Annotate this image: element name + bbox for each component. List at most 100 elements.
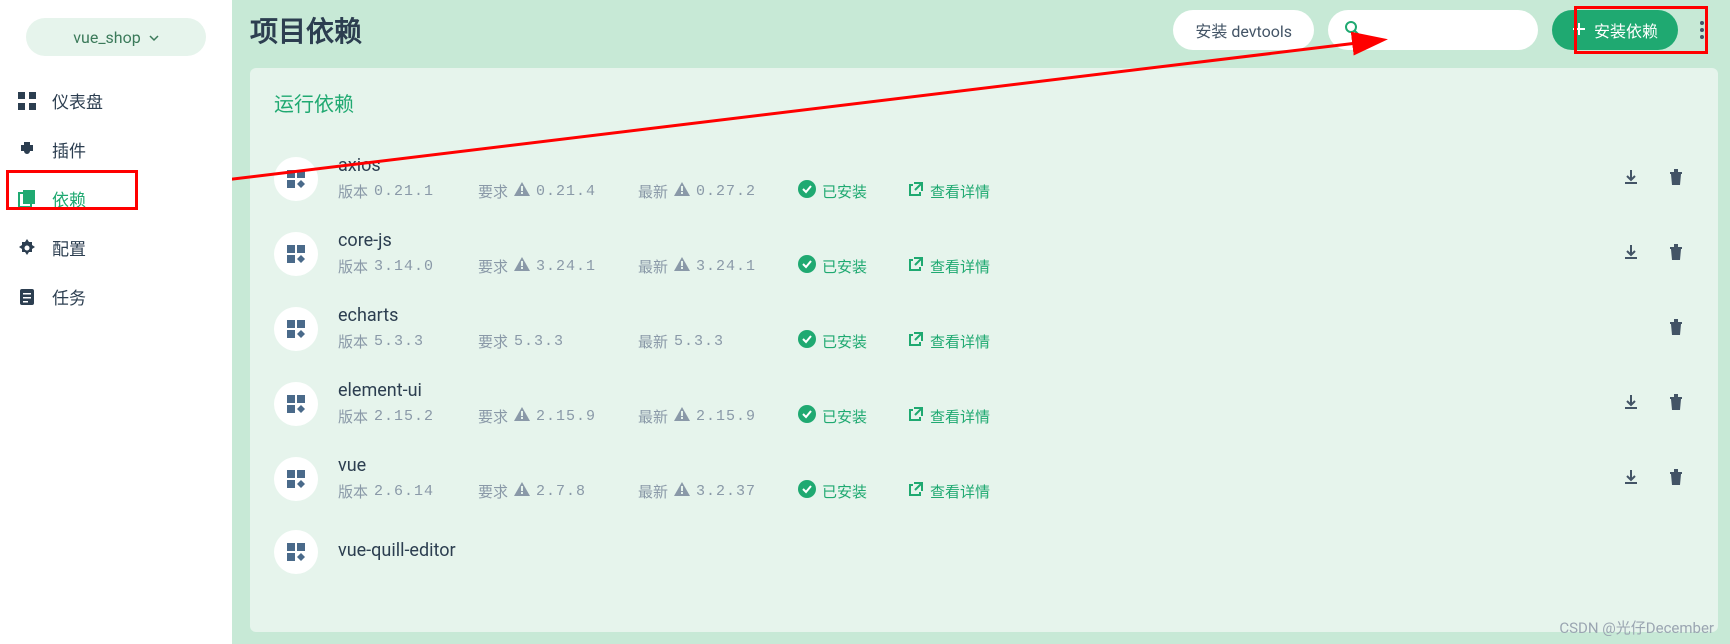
plugin-icon — [16, 139, 38, 161]
check-icon — [798, 330, 816, 352]
latest-label: 最新 — [638, 406, 668, 427]
version-value: 3.14.0 — [374, 258, 434, 275]
latest-label: 最新 — [638, 331, 668, 352]
project-selector[interactable]: vue_shop — [26, 18, 206, 56]
dep-name: vue-quill-editor — [338, 540, 456, 561]
section-title: 运行依赖 — [274, 88, 1694, 117]
warning-icon — [514, 257, 530, 275]
warning-icon — [674, 182, 690, 200]
installed-status: 已安装 — [798, 405, 908, 427]
dependency-row[interactable]: core-js版本 3.14.0要求 3.24.1最新 3.24.1已安装查看详… — [274, 216, 1694, 291]
package-icon — [274, 530, 318, 574]
topbar: 项目依赖 安装 devtools 安装依赖 — [232, 0, 1730, 68]
install-dependency-button[interactable]: 安装依赖 — [1552, 10, 1678, 50]
dep-info: element-ui版本 2.15.2要求 2.15.9最新 2.15.9已安装… — [338, 380, 990, 427]
delete-button[interactable] — [1668, 243, 1684, 265]
dep-name: vue — [338, 455, 990, 476]
nav-tasks[interactable]: 任务 — [0, 272, 232, 321]
view-detail-link[interactable]: 查看详情 — [908, 256, 990, 277]
required-value: 2.15.9 — [536, 408, 596, 425]
installed-status: 已安装 — [798, 330, 908, 352]
download-button[interactable] — [1622, 393, 1640, 415]
dependency-row[interactable]: axios版本 0.21.1要求 0.21.4最新 0.27.2已安装查看详情 — [274, 141, 1694, 216]
version-label: 版本 — [338, 181, 368, 202]
external-link-icon — [908, 406, 924, 426]
dep-name: core-js — [338, 230, 990, 251]
delete-button[interactable] — [1668, 393, 1684, 415]
required-value: 2.7.8 — [536, 483, 586, 500]
dep-info: vue版本 2.6.14要求 2.7.8最新 3.2.37已安装查看详情 — [338, 455, 990, 502]
external-link-icon — [908, 331, 924, 351]
required-label: 要求 — [478, 406, 508, 427]
warning-icon — [674, 407, 690, 425]
search-input[interactable] — [1328, 10, 1538, 50]
version-value: 2.15.2 — [374, 408, 434, 425]
required-value: 3.24.1 — [536, 258, 596, 275]
package-icon — [274, 157, 318, 201]
external-link-icon — [908, 181, 924, 201]
view-detail-link[interactable]: 查看详情 — [908, 481, 990, 502]
install-devtools-button[interactable]: 安装 devtools — [1173, 10, 1314, 50]
nav-config[interactable]: 配置 — [0, 223, 232, 272]
version-value: 5.3.3 — [374, 333, 424, 350]
nav-label: 插件 — [52, 137, 86, 162]
dep-name: element-ui — [338, 380, 990, 401]
installed-status: 已安装 — [798, 480, 908, 502]
more-menu-button[interactable] — [1692, 21, 1712, 39]
download-button[interactable] — [1622, 468, 1640, 490]
check-icon — [798, 255, 816, 277]
version-label: 版本 — [338, 331, 368, 352]
nav-dependencies[interactable]: 依赖 — [0, 174, 232, 223]
warning-icon — [514, 482, 530, 500]
delete-button[interactable] — [1668, 468, 1684, 490]
required-label: 要求 — [478, 181, 508, 202]
check-icon — [798, 180, 816, 202]
delete-button[interactable] — [1668, 168, 1684, 190]
delete-button[interactable] — [1668, 318, 1684, 340]
dep-info: echarts版本 5.3.3要求 5.3.3最新 5.3.3已安装查看详情 — [338, 305, 990, 352]
download-button[interactable] — [1622, 243, 1640, 265]
dependencies-card: 运行依赖 axios版本 0.21.1要求 0.21.4最新 0.27.2已安装… — [250, 68, 1718, 632]
latest-value: 3.2.37 — [696, 483, 756, 500]
required-value: 5.3.3 — [514, 333, 564, 350]
warning-icon — [674, 257, 690, 275]
required-label: 要求 — [478, 481, 508, 502]
warning-icon — [514, 182, 530, 200]
package-icon — [274, 232, 318, 276]
search-field[interactable] — [1368, 21, 1567, 39]
latest-label: 最新 — [638, 481, 668, 502]
dashboard-icon — [16, 90, 38, 112]
required-value: 0.21.4 — [536, 183, 596, 200]
dep-name: axios — [338, 155, 990, 176]
version-value: 0.21.1 — [374, 183, 434, 200]
nav-dashboard[interactable]: 仪表盘 — [0, 76, 232, 125]
nav-plugins[interactable]: 插件 — [0, 125, 232, 174]
external-link-icon — [908, 481, 924, 501]
devtools-label: 安装 devtools — [1195, 18, 1292, 42]
dependency-icon — [16, 188, 38, 210]
view-detail-link[interactable]: 查看详情 — [908, 331, 990, 352]
dropdown-icon — [149, 28, 159, 47]
dependency-row[interactable]: vue-quill-editor — [274, 516, 1694, 588]
dependency-row[interactable]: element-ui版本 2.15.2要求 2.15.9最新 2.15.9已安装… — [274, 366, 1694, 441]
installed-status: 已安装 — [798, 180, 908, 202]
version-label: 版本 — [338, 256, 368, 277]
dep-info: vue-quill-editor — [338, 540, 456, 565]
view-detail-link[interactable]: 查看详情 — [908, 181, 990, 202]
dependency-row[interactable]: echarts版本 5.3.3要求 5.3.3最新 5.3.3已安装查看详情 — [274, 291, 1694, 366]
project-name: vue_shop — [73, 28, 140, 47]
download-button[interactable] — [1622, 168, 1640, 190]
package-icon — [274, 307, 318, 351]
dependency-row[interactable]: vue版本 2.6.14要求 2.7.8最新 3.2.37已安装查看详情 — [274, 441, 1694, 516]
latest-label: 最新 — [638, 256, 668, 277]
install-label: 安装依赖 — [1594, 18, 1658, 42]
dependency-list: axios版本 0.21.1要求 0.21.4最新 0.27.2已安装查看详情c… — [274, 141, 1694, 588]
latest-value: 3.24.1 — [696, 258, 756, 275]
page-title: 项目依赖 — [250, 10, 362, 50]
dep-info: axios版本 0.21.1要求 0.21.4最新 0.27.2已安装查看详情 — [338, 155, 990, 202]
search-icon — [1344, 20, 1368, 40]
main-content: 项目依赖 安装 devtools 安装依赖 运行依赖 ax — [232, 0, 1730, 644]
version-label: 版本 — [338, 406, 368, 427]
warning-icon — [514, 407, 530, 425]
view-detail-link[interactable]: 查看详情 — [908, 406, 990, 427]
